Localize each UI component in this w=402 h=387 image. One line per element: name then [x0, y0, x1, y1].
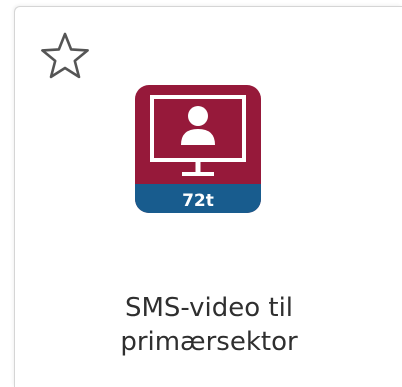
badge-text: 72t: [182, 191, 214, 211]
tile-title-line2: primærsektor: [120, 327, 298, 357]
favorite-star-icon[interactable]: [37, 29, 93, 85]
app-icon[interactable]: 72t: [135, 85, 261, 213]
app-tile[interactable]: 72t SMS-video til primærsektor: [14, 6, 402, 387]
tile-title-line1: SMS-video til: [124, 293, 294, 323]
star-outline-icon: [41, 32, 89, 79]
video-call-monitor-icon: 72t: [135, 85, 261, 213]
tile-title: SMS-video til primærsektor: [15, 291, 402, 359]
